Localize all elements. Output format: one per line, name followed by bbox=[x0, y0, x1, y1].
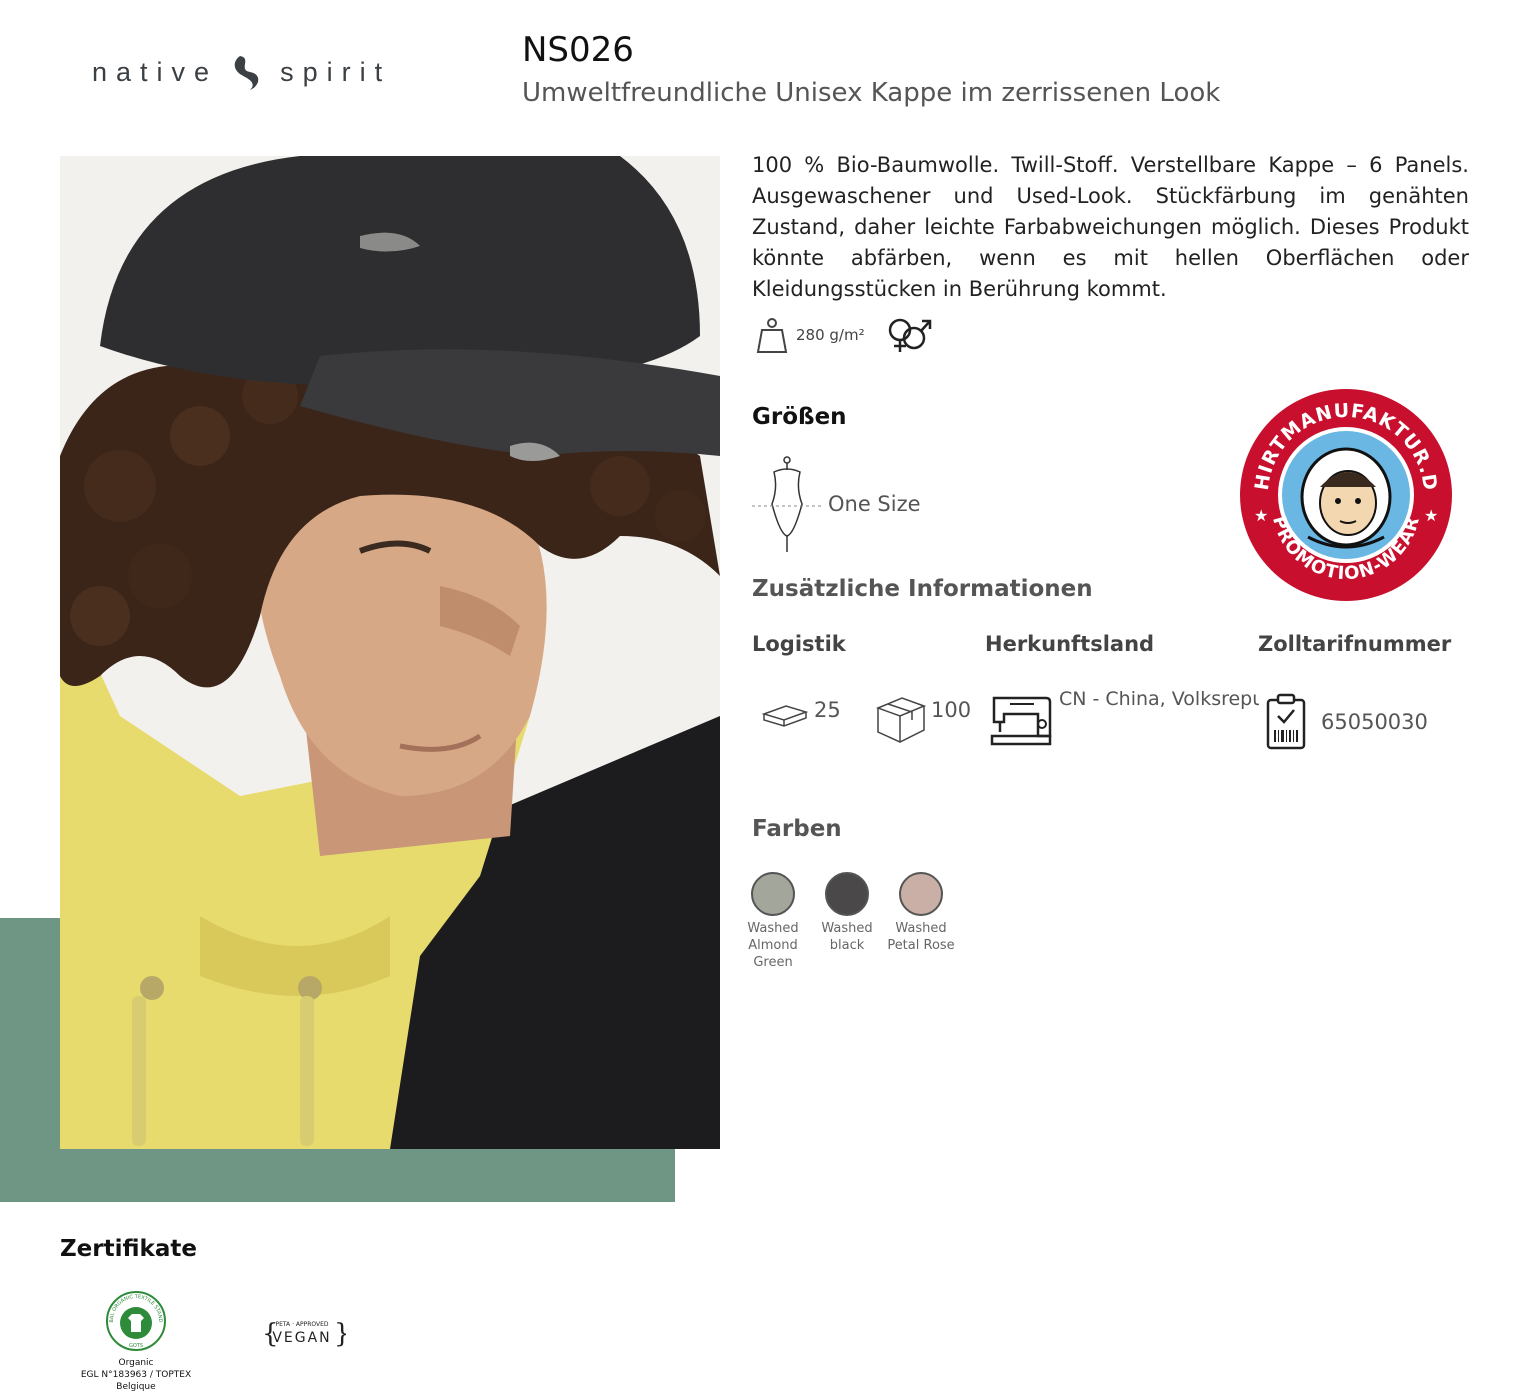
peta-vegan-icon: { } PETA · APPROVED VEGAN bbox=[262, 1319, 346, 1349]
sizes-heading: Größen bbox=[752, 404, 847, 430]
origin-heading: Herkunftsland bbox=[985, 632, 1155, 656]
brand-swirl-icon bbox=[234, 56, 259, 90]
gots-logo-icon: GLOBAL ORGANIC TEXTILE STANDARD GOTS bbox=[103, 1286, 166, 1351]
product-photo bbox=[60, 156, 720, 1149]
swatch-dot[interactable] bbox=[751, 872, 795, 916]
product-description: 100 % Bio-Baumwolle. Twill-Stoff. Verste… bbox=[752, 153, 1469, 301]
carton-quantity: 100 bbox=[931, 698, 972, 722]
brand-logo: native spirit bbox=[92, 52, 391, 92]
gots-abbr: GOTS bbox=[129, 1343, 143, 1349]
brand-name-left: native bbox=[92, 56, 219, 87]
swatch-label: Washed Petal Rose bbox=[887, 921, 955, 953]
clipboard-barcode-icon bbox=[1266, 693, 1306, 750]
additional-info-heading: Zusätzliche Informationen bbox=[752, 576, 1093, 602]
gots-caption-2: EGL N°183963 / TOPTEX Belgique bbox=[80, 1370, 192, 1392]
logistics-heading: Logistik bbox=[752, 632, 846, 656]
carton-icon bbox=[875, 697, 926, 743]
swatch-dot[interactable] bbox=[899, 872, 943, 916]
swatch-label: Washed black bbox=[821, 921, 873, 953]
sewing-machine-icon bbox=[990, 696, 1052, 746]
fabric-weight: 280 g/m² bbox=[756, 316, 865, 354]
tariff-value: 65050030 bbox=[1321, 710, 1428, 734]
vegan-small-text: PETA · APPROVED bbox=[275, 1321, 328, 1328]
gots-caption-1: Organic bbox=[118, 1358, 154, 1368]
color-swatch[interactable]: Washed Petal Rose bbox=[887, 872, 955, 971]
certificates-heading: Zertifikate bbox=[60, 1236, 197, 1262]
origin-value: CN - China, Volksrepublik bbox=[1059, 688, 1259, 710]
unisex-icon bbox=[888, 318, 932, 352]
pack-icon bbox=[762, 705, 808, 727]
color-swatch[interactable]: Washed black bbox=[821, 872, 873, 971]
product-sku: NS026 bbox=[522, 30, 634, 70]
svg-text:★: ★ bbox=[1424, 506, 1438, 525]
colors-heading: Farben bbox=[752, 816, 842, 842]
swatch-dot[interactable] bbox=[825, 872, 869, 916]
color-swatches: Washed Almond Green Washed black Washed … bbox=[747, 872, 955, 971]
tariff-heading: Zolltarifnummer bbox=[1258, 632, 1452, 656]
gots-certificate: GLOBAL ORGANIC TEXTILE STANDARD GOTS Org… bbox=[66, 1286, 206, 1393]
product-title: Umweltfreundliche Unisex Kappe im zerris… bbox=[522, 78, 1221, 108]
shirtmanufaktur-badge: SHIRTMANUFAKTUR.DE PROMOTION-WEAR ★ ★ bbox=[1238, 387, 1452, 601]
mannequin-icon bbox=[752, 456, 822, 552]
weight-icon bbox=[756, 318, 788, 353]
color-swatch[interactable]: Washed Almond Green bbox=[747, 872, 799, 971]
pack-quantity: 25 bbox=[814, 698, 841, 722]
brand-name-right: spirit bbox=[280, 56, 392, 87]
fabric-weight-value: 280 g/m² bbox=[796, 326, 865, 344]
vegan-label: VEGAN bbox=[272, 1330, 331, 1346]
svg-text:★: ★ bbox=[1254, 506, 1268, 525]
svg-text:}: } bbox=[334, 1319, 346, 1349]
swatch-label: Washed Almond Green bbox=[747, 921, 799, 970]
size-value[interactable]: One Size bbox=[828, 492, 921, 516]
